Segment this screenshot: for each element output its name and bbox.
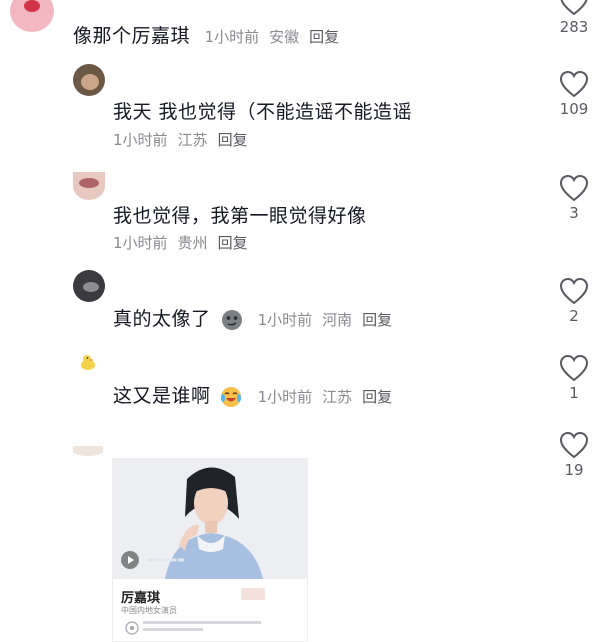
heart-icon[interactable] (559, 431, 589, 459)
like-group[interactable]: 283 (545, 0, 603, 36)
like-group[interactable]: 3 (545, 174, 603, 222)
smirk-emoji-icon (222, 309, 243, 330)
comment-time: 1小时前 (113, 234, 168, 252)
reply-button[interactable]: 回复 (362, 311, 392, 329)
reply-button[interactable]: 回复 (309, 28, 339, 46)
comment-image-card[interactable]: ▬▬▬▬▬ 厉嘉琪 中国内地女演员 (112, 458, 308, 642)
like-count: 3 (569, 204, 579, 222)
like-group[interactable]: 109 (545, 70, 603, 118)
like-group[interactable]: 2 (545, 277, 603, 325)
avatar[interactable] (73, 446, 103, 456)
heart-icon[interactable] (559, 70, 589, 98)
card-name: 厉嘉琪 (121, 591, 161, 606)
comment-text: 像那个厉嘉琪 1小时前 安徽 回复 (73, 21, 339, 48)
like-group[interactable]: 19 (545, 431, 603, 479)
comment-location: 江苏 (322, 388, 353, 406)
like-count: 2 (569, 307, 579, 325)
like-group[interactable]: 1 (545, 354, 603, 402)
card-badge (241, 588, 265, 600)
play-icon[interactable] (121, 551, 139, 569)
info-icon (125, 621, 139, 635)
comment-text: 我也觉得，我第一眼觉得好像 (113, 205, 367, 227)
comment-text: 这又是谁啊 1小时前 江苏 回复 (113, 381, 392, 409)
comment-location: 安徽 (269, 28, 300, 46)
avatar[interactable] (73, 270, 105, 302)
reply-button[interactable]: 回复 (218, 131, 248, 149)
comment-location: 江苏 (177, 131, 208, 149)
comment-text: 我天 我也觉得（不能造谣不能造谣 (113, 101, 413, 123)
heart-icon[interactable] (559, 277, 589, 305)
comment-text: 真的太像了 1小时前 河南 回复 (113, 304, 392, 331)
comment-meta: 1小时前 江苏 回复 (113, 129, 248, 150)
like-count: 283 (559, 18, 589, 36)
comment-meta: 1小时前 安徽 回复 (205, 28, 340, 46)
like-count: 109 (559, 100, 589, 118)
card-photo: ▬▬▬▬▬ (113, 459, 307, 579)
comment-time: 1小时前 (257, 388, 313, 406)
comment-text-content: 这又是谁啊 (113, 385, 211, 407)
comment-meta: 1小时前 贵州 回复 (113, 232, 248, 253)
portrait-illustration-icon (113, 459, 307, 579)
avatar[interactable] (73, 64, 105, 96)
comment-time: 1小时前 (204, 28, 260, 46)
avatar[interactable] (73, 172, 105, 200)
avatar[interactable] (78, 352, 98, 372)
card-info-lines (143, 619, 261, 635)
card-subtitle: 中国内地女演员 (121, 606, 177, 615)
reply-button[interactable]: 回复 (218, 234, 248, 252)
comment-meta: 1小时前 江苏 回复 (258, 388, 393, 406)
heart-icon[interactable] (559, 0, 589, 16)
video-caption: ▬▬▬▬▬ (147, 555, 185, 564)
avatar[interactable] (10, 0, 54, 32)
heart-icon[interactable] (559, 354, 589, 382)
crying-laugh-emoji-icon (221, 386, 242, 407)
reply-button[interactable]: 回复 (362, 388, 392, 406)
comment-location: 河南 (322, 311, 353, 329)
like-count: 1 (569, 384, 579, 402)
like-count: 19 (564, 461, 584, 479)
comment-location: 贵州 (177, 234, 208, 252)
comment-time: 1小时前 (113, 131, 168, 149)
comment-text-content: 像那个厉嘉琪 (73, 25, 191, 47)
heart-icon[interactable] (559, 174, 589, 202)
duck-icon (81, 355, 95, 370)
comment-text-content: 真的太像了 (113, 308, 211, 330)
comment-meta: 1小时前 河南 回复 (258, 311, 393, 329)
comment-time: 1小时前 (257, 311, 313, 329)
